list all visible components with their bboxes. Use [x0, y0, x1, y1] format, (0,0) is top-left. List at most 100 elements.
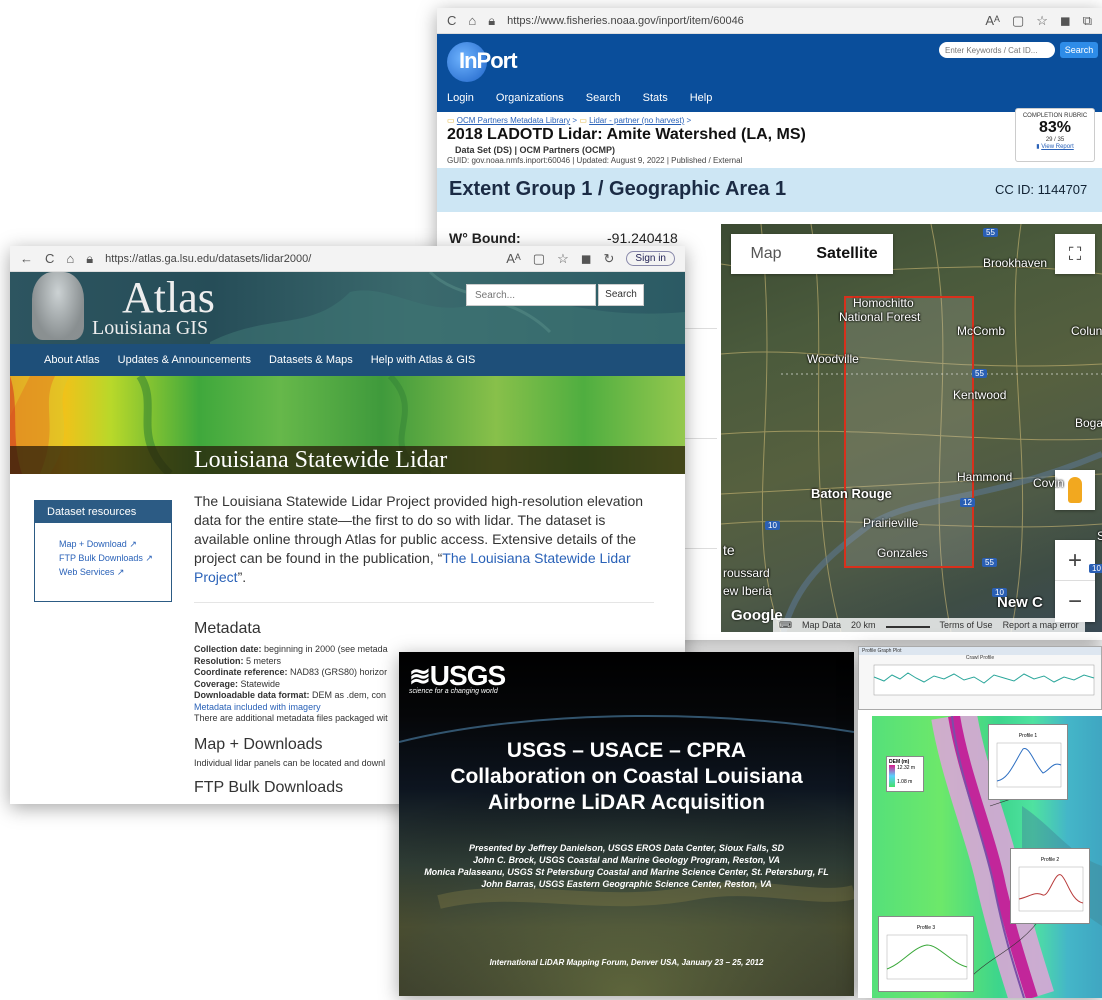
refresh-icon[interactable]: ↻ [604, 251, 615, 267]
tab-icon[interactable]: ▢ [533, 251, 545, 267]
map-data-link[interactable]: Map Data [802, 620, 841, 630]
profile-3-window: Profile 3 [878, 916, 974, 992]
nav-search[interactable]: Search [586, 92, 621, 104]
atlas-search-input[interactable] [466, 284, 596, 306]
banner-title-bar: Louisiana Statewide Lidar [10, 446, 685, 474]
tab-icon[interactable]: ▢ [1012, 13, 1024, 29]
map-footer: ⌨ Map Data 20 km Terms of Use Report a m… [773, 618, 1085, 632]
cc-id: CC ID: 1144707 [995, 182, 1088, 197]
extension-icon[interactable]: ◼ [581, 251, 592, 267]
zoom-controls: + − [1055, 540, 1095, 622]
resource-link-ftp[interactable]: FTP Bulk Downloads ↗ [59, 553, 171, 564]
nav-organizations[interactable]: Organizations [496, 92, 564, 104]
nav-about[interactable]: About Atlas [44, 354, 100, 366]
usgs-logo: ≋USGS science for a changing world [409, 660, 506, 695]
map-label-te: te [723, 542, 735, 558]
dem-profile-panel: Profile Graph Plot Crawl Profile DEM (m)… [858, 646, 1102, 998]
atlas-search-button[interactable]: Search [598, 284, 644, 306]
chart-icon: ▮ [1036, 144, 1040, 150]
breadcrumb-sep: > [686, 116, 692, 125]
inport-search-button[interactable]: Search [1060, 42, 1098, 58]
fullscreen-button[interactable]: ⛶ [1055, 234, 1095, 274]
breadcrumb-link-2[interactable]: Lidar - partner (no harvest) [589, 116, 684, 125]
nav-datasets[interactable]: Datasets & Maps [269, 354, 353, 366]
folder-icon: ▭ [447, 116, 455, 125]
meta-row: Collection date: beginning in 2000 (see … [194, 644, 388, 654]
satellite-tab[interactable]: Satellite [801, 234, 893, 274]
extension-icon[interactable]: ◼ [1060, 13, 1071, 29]
map-label-gonzales: Gonzales [877, 546, 928, 560]
nav-login[interactable]: Login [447, 92, 474, 104]
author-line: Presented by Jeffrey Danielson, USGS ERO… [469, 843, 784, 853]
favorite-icon[interactable]: ☆ [557, 251, 569, 267]
highway-shield-12: 12 [960, 498, 975, 507]
downloads-heading: Map + Downloads [194, 736, 323, 753]
legend-gradient [889, 765, 895, 787]
profile-2-chart [1018, 866, 1084, 912]
resource-link-web[interactable]: Web Services ↗ [59, 567, 171, 578]
atlas-browser-toolbar: ← C ⌂ 🔒︎ https://atlas.ga.lsu.edu/datase… [10, 246, 685, 272]
zoom-out-button[interactable]: − [1055, 581, 1095, 622]
report-error-link[interactable]: Report a map error [1003, 620, 1079, 630]
dem-map: DEM (m) 12.32 m 1.08 m Profile 1 Profile… [872, 716, 1102, 998]
terms-link[interactable]: Terms of Use [940, 620, 993, 630]
highway-shield-10b: 10 [992, 588, 1007, 597]
usgs-logo-text: USGS [429, 660, 506, 691]
map-tab[interactable]: Map [731, 234, 801, 274]
legend-scale: 12.32 m 1.08 m [889, 765, 921, 787]
slide-footer: International LiDAR Mapping Forum, Denve… [489, 958, 764, 967]
profile-1-title: Profile 1 [1018, 733, 1038, 739]
nav-help[interactable]: Help with Atlas & GIS [371, 354, 476, 366]
map-label-baton-rouge: Baton Rouge [811, 486, 892, 501]
resource-link-map[interactable]: Map + Download ↗ [59, 539, 171, 550]
map-label-boga: Boga [1075, 416, 1102, 430]
keyboard-icon[interactable]: ⌨ [779, 620, 792, 631]
extent-bar: Extent Group 1 / Geographic Area 1 CC ID… [437, 168, 1102, 212]
home-icon[interactable]: ⌂ [468, 13, 476, 28]
map-label-roussard: roussard [723, 566, 770, 580]
w-bound-value: -91.240418 [607, 230, 678, 246]
map-label-covin: Covin [1033, 476, 1064, 490]
metadata-list: Collection date: beginning in 2000 (see … [194, 644, 388, 725]
back-arrow-icon[interactable]: ← [20, 251, 33, 266]
highway-shield-55b: 55 [982, 558, 997, 567]
lock-icon: 🔒︎ [86, 250, 94, 266]
breadcrumb-sep: > [572, 116, 578, 125]
breadcrumb-link-1[interactable]: OCM Partners Metadata Library [457, 116, 570, 125]
atlas-logo-text[interactable]: Atlas [122, 272, 215, 323]
rubric-report-link[interactable]: ▮ View Report [1016, 143, 1094, 150]
inport-browser-toolbar: C ⌂ 🔒︎ https://www.fisheries.noaa.gov/in… [437, 8, 1102, 34]
breadcrumb: ▭ OCM Partners Metadata Library > ▭ Lida… [447, 116, 691, 125]
inport-search-input[interactable] [939, 42, 1055, 58]
author-line: John Barras, USGS Eastern Geographic Sci… [481, 879, 772, 889]
item-type: Data Set (DS) | OCM Partners (OCMP) [455, 145, 616, 155]
map-label-brookhaven: Brookhaven [983, 256, 1048, 270]
nav-stats[interactable]: Stats [643, 92, 668, 104]
slide-title-line: Airborne LiDAR Acquisition [488, 791, 765, 814]
atlas-logo-figure [32, 272, 84, 340]
metadata-imagery-link[interactable]: Metadata included with imagery [194, 702, 388, 714]
atlas-url-bar[interactable]: https://atlas.ga.lsu.edu/datasets/lidar2… [105, 253, 494, 265]
map-label-woodville: Woodville [807, 352, 859, 366]
atlas-nav: About Atlas Updates & Announcements Data… [10, 344, 685, 376]
satellite-map[interactable]: Map Satellite ⛶ + − Brookhaven Homochitt… [721, 224, 1102, 632]
map-label-new-iberia: ew Iberia [723, 584, 772, 598]
profile-3-title: Profile 3 [916, 925, 936, 931]
collections-icon[interactable]: ⧉ [1083, 13, 1092, 29]
zoom-in-button[interactable]: + [1055, 540, 1095, 581]
profile-chart-title: Crawl Profile [965, 655, 995, 661]
meta-row: Resolution: 5 meters [194, 655, 282, 666]
inport-logo-text: InPort [459, 48, 518, 73]
sign-in-button[interactable]: Sign in [626, 251, 675, 266]
favorite-icon[interactable]: ☆ [1036, 13, 1048, 29]
read-aloud-icon[interactable]: Aᴬ [985, 13, 1000, 28]
back-icon[interactable]: C [447, 13, 456, 28]
read-aloud-icon[interactable]: Aᴬ [506, 251, 521, 266]
inport-url-bar[interactable]: https://www.fisheries.noaa.gov/inport/it… [507, 15, 973, 27]
meta-row: Downloadable data format: DEM as .dem, c… [194, 690, 387, 700]
nav-help[interactable]: Help [690, 92, 713, 104]
reload-icon[interactable]: C [45, 251, 54, 266]
home-icon[interactable]: ⌂ [66, 251, 74, 266]
w-bound-label: W° Bound: [449, 230, 521, 246]
nav-updates[interactable]: Updates & Announcements [118, 354, 251, 366]
